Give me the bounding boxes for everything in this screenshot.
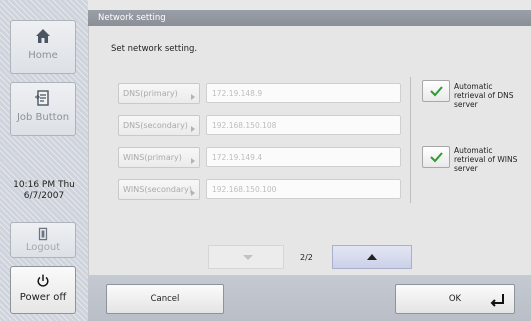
dns-primary-label: DNS(primary) <box>123 89 178 98</box>
logout-button[interactable]: Logout <box>10 222 76 258</box>
logout-icon <box>38 227 48 241</box>
job-button[interactable]: Job Button <box>10 82 76 136</box>
wins-secondary-button[interactable]: WINS(secondary) <box>118 179 200 200</box>
sidebar: Home Job Button 10:16 PM Thu 6/7/2007 Lo… <box>0 0 88 321</box>
auto-wins-label: Automatic retrieval of WINS server <box>454 146 518 173</box>
logout-label: Logout <box>25 242 61 253</box>
enter-icon <box>490 294 504 307</box>
dns-primary-button[interactable]: DNS(primary) <box>118 83 200 104</box>
cancel-label: Cancel <box>150 294 180 304</box>
triangle-right-icon <box>191 158 195 164</box>
auto-dns-checkbox[interactable] <box>422 80 450 102</box>
page-indicator: 2/2 <box>300 253 313 262</box>
ok-label: OK <box>448 294 462 304</box>
cancel-button[interactable]: Cancel <box>106 284 224 314</box>
auto-dns-label: Automatic retrieval of DNS server <box>454 82 514 109</box>
power-off-label: Power off <box>19 292 67 303</box>
auto-wins-checkbox[interactable] <box>422 146 450 168</box>
page-down-button[interactable] <box>208 245 284 269</box>
clock: 10:16 PM Thu 6/7/2007 <box>0 180 88 202</box>
home-icon <box>36 29 50 43</box>
job-button-label: Job Button <box>16 112 70 123</box>
home-label: Home <box>28 50 58 61</box>
vertical-divider <box>410 77 411 203</box>
clock-date: 6/7/2007 <box>23 191 65 201</box>
dns-primary-input[interactable] <box>206 83 401 103</box>
triangle-right-icon <box>191 190 195 196</box>
power-icon <box>37 274 49 287</box>
checkmark-icon <box>430 152 443 163</box>
panel-title: Network setting <box>88 10 531 26</box>
page-up-button[interactable] <box>332 245 412 269</box>
checkmark-icon <box>430 86 443 97</box>
triangle-right-icon <box>191 94 195 100</box>
instruction-text: Set network setting. <box>111 44 198 54</box>
home-button[interactable]: Home <box>10 20 76 74</box>
wins-secondary-label: WINS(secondary) <box>123 185 193 194</box>
clock-time: 10:16 PM Thu <box>13 180 75 190</box>
dns-secondary-input[interactable] <box>206 115 401 135</box>
wins-secondary-input[interactable] <box>206 179 401 199</box>
wins-primary-label: WINS(primary) <box>123 153 182 162</box>
chevron-down-icon <box>243 255 253 260</box>
power-off-button[interactable]: Power off <box>10 266 76 314</box>
chevron-up-icon <box>367 254 377 260</box>
wins-primary-button[interactable]: WINS(primary) <box>118 147 200 168</box>
ok-button[interactable]: OK <box>395 284 515 314</box>
job-document-icon <box>35 90 49 106</box>
triangle-right-icon <box>191 126 195 132</box>
dns-secondary-button[interactable]: DNS(secondary) <box>118 115 200 136</box>
dns-secondary-label: DNS(secondary) <box>123 121 188 130</box>
wins-primary-input[interactable] <box>206 147 401 167</box>
